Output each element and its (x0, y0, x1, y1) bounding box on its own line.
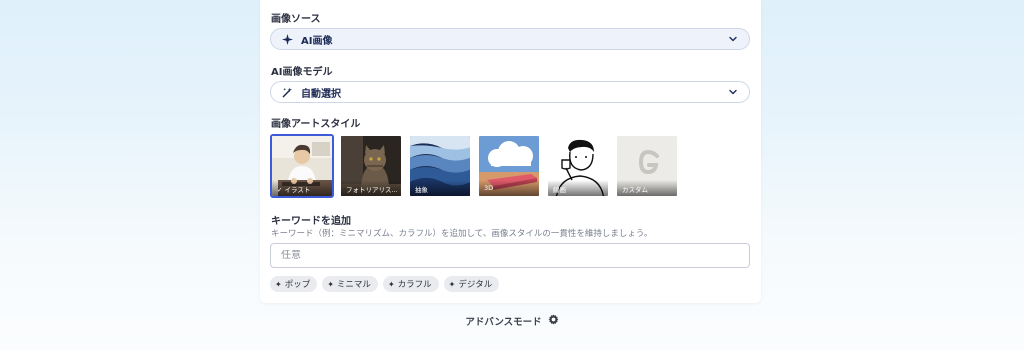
chevron-down-icon (727, 86, 739, 98)
chip-label: デジタル (458, 280, 493, 290)
sparkle-icon: ✦ (327, 279, 334, 289)
keywords-description: キーワード（例：ミニマリズム、カラフル）を追加して、画像スタイルの一貫性を維持し… (271, 229, 653, 239)
sparkle-icon (281, 33, 293, 45)
sparkle-icon: ✦ (275, 279, 282, 289)
style-3d[interactable]: 3D (477, 134, 541, 198)
style-label: フォトリアリス... (341, 180, 401, 196)
style-illustration[interactable]: ✓ イラスト (270, 134, 334, 198)
gear-icon (548, 314, 559, 328)
chevron-down-icon (727, 33, 739, 45)
art-style-label: 画像アートスタイル (271, 119, 361, 130)
style-abstract[interactable]: 抽象 (408, 134, 472, 198)
style-line-art[interactable]: 線画 (546, 134, 610, 198)
image-source-value: AI画像 (301, 35, 333, 47)
model-label: AI画像モデル (271, 67, 333, 78)
model-value: 自動選択 (301, 88, 341, 100)
style-label: ✓ イラスト (272, 180, 332, 196)
style-photorealistic[interactable]: フォトリアリス... (339, 134, 403, 198)
keyword-input[interactable] (281, 250, 739, 261)
keywords-label: キーワードを追加 (271, 216, 351, 227)
image-source-select[interactable]: AI画像 (270, 28, 750, 50)
keyword-chip-colorful[interactable]: ✦ カラフル (382, 276, 439, 292)
keyword-input-wrapper (270, 243, 750, 268)
keyword-chip-pop[interactable]: ✦ ポップ (270, 276, 318, 292)
chip-label: ポップ (284, 280, 311, 290)
magic-wand-icon (281, 86, 293, 98)
style-label: 3D (479, 180, 539, 196)
style-custom[interactable]: カスタム (615, 134, 679, 198)
style-label: カスタム (617, 180, 677, 196)
keyword-chips: ✦ ポップ ✦ ミニマル ✦ カラフル ✦ デジタル (270, 276, 500, 292)
settings-panel: 画像ソース AI画像 AI画像モデル 自動選択 画像アートスタイル ✓ イラスト… (260, 0, 761, 303)
advanced-mode-button[interactable]: アドバンスモード (0, 314, 1024, 328)
art-style-options: ✓ イラスト フォトリアリス... 抽象 3D 線画 カスタム (270, 134, 679, 198)
keyword-chip-minimal[interactable]: ✦ ミニマル (322, 276, 378, 292)
image-source-label: 画像ソース (271, 14, 321, 25)
chip-label: カラフル (397, 280, 432, 290)
style-label: 線画 (548, 180, 608, 196)
keyword-chip-digital[interactable]: ✦ デジタル (443, 276, 500, 292)
sparkle-icon: ✦ (448, 279, 456, 289)
model-select[interactable]: 自動選択 (270, 81, 750, 103)
advanced-mode-label: アドバンスモード (465, 317, 542, 328)
style-label: 抽象 (410, 180, 470, 196)
sparkle-icon: ✦ (387, 279, 395, 289)
chip-label: ミニマル (336, 280, 371, 290)
